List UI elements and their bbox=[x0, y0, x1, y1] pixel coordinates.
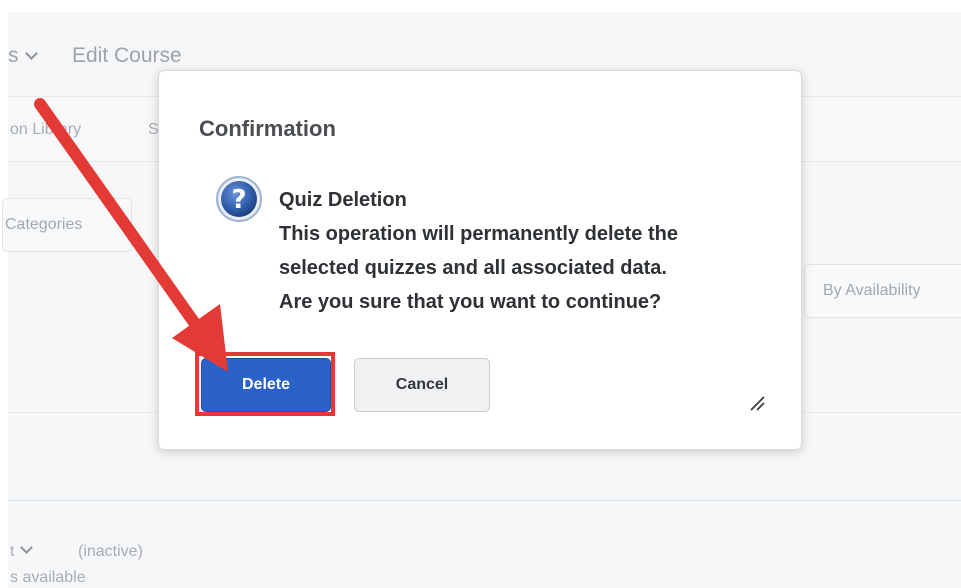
message-line-1: This operation will permanently delete t… bbox=[279, 223, 678, 245]
nav-item-partial[interactable]: s bbox=[8, 44, 38, 68]
manage-categories-button[interactable]: Categories bbox=[2, 198, 132, 252]
message-heading: Quiz Deletion bbox=[279, 189, 407, 211]
cancel-button[interactable]: Cancel bbox=[354, 358, 490, 412]
tab-question-library[interactable]: on Library bbox=[10, 121, 81, 139]
dialog-message: Quiz Deletion This operation will perman… bbox=[279, 183, 678, 319]
message-line-3: Are you sure that you want to continue? bbox=[279, 291, 662, 313]
quiz-row: t (inactive) s available bbox=[8, 500, 961, 588]
resize-handle-icon[interactable] bbox=[749, 395, 765, 411]
svg-text:?: ? bbox=[231, 185, 246, 215]
question-icon: ? bbox=[216, 176, 262, 222]
quiz-status: (inactive) bbox=[78, 543, 143, 560]
dialog-title: Confirmation bbox=[199, 116, 336, 141]
nav-edit-course[interactable]: Edit Course bbox=[72, 44, 182, 68]
chevron-down-icon bbox=[20, 541, 34, 554]
chevron-down-icon bbox=[24, 47, 38, 60]
by-availability-button[interactable]: By Availability bbox=[804, 264, 961, 318]
quiz-name-partial[interactable]: t bbox=[10, 541, 34, 561]
quiz-availability: s available bbox=[10, 569, 86, 586]
message-line-2: selected quizzes and all associated data… bbox=[279, 257, 667, 279]
delete-highlight-box bbox=[195, 352, 335, 416]
confirmation-dialog: Confirmation ? Quiz Deletion This operat… bbox=[158, 70, 802, 450]
